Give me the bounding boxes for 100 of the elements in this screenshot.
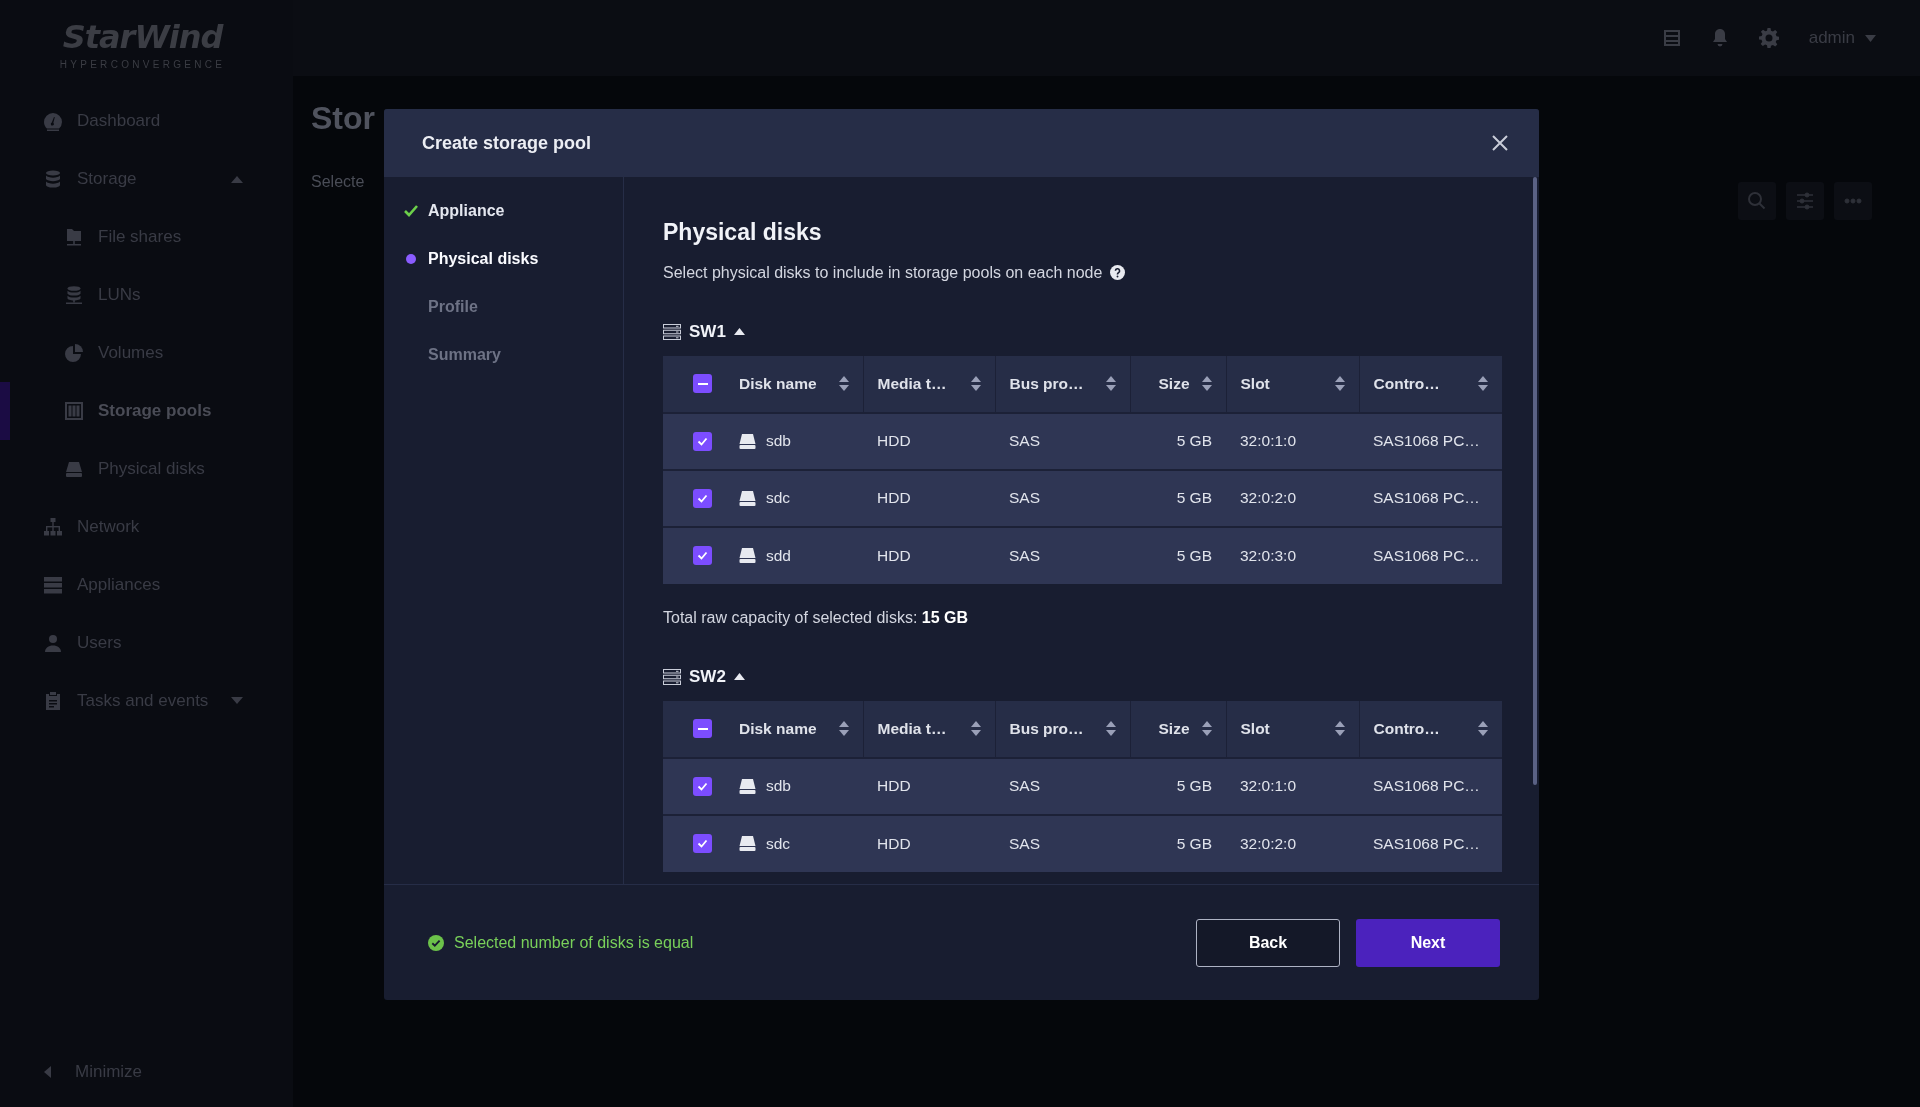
check-icon <box>697 493 708 503</box>
table-cell: SAS1068 PC… <box>1373 777 1480 795</box>
table-cell: SAS <box>1009 777 1040 795</box>
check-icon <box>697 551 708 561</box>
table-cell-text: sdc <box>766 833 791 854</box>
sliders-button[interactable] <box>1786 182 1824 220</box>
table-cell: 32:0:2:0 <box>1240 489 1297 507</box>
table-cell: SAS1068 PC… <box>1373 432 1480 450</box>
table-cell: SAS <box>1009 489 1040 507</box>
table-cell: 32:0:1:0 <box>1240 777 1297 795</box>
table-cell: HDD <box>877 489 911 507</box>
column-header[interactable]: Contro… <box>1359 700 1502 758</box>
table-cell: 5 GB <box>1176 546 1212 564</box>
table-cell: SAS <box>1009 834 1040 852</box>
clipboard-icon <box>43 691 63 711</box>
table-cell: SAS1068 PC… <box>1373 834 1480 852</box>
minus-icon <box>697 727 708 730</box>
table-cell: 5 GB <box>1176 432 1212 450</box>
table-cell-text: sdb <box>766 776 791 797</box>
check-icon <box>697 781 708 791</box>
check-icon <box>697 839 708 849</box>
column-header[interactable]: Contro… <box>1359 355 1502 413</box>
section-heading: Physical disks <box>663 219 823 247</box>
close-icon <box>1491 134 1509 152</box>
check-icon <box>404 205 418 217</box>
pie-chart-icon <box>64 343 84 363</box>
total-capacity-text: Total raw capacity of selected disks: 15 GB <box>663 607 970 628</box>
column-header[interactable]: Slot <box>1226 355 1359 413</box>
table-cell: SAS1068 PC… <box>1373 489 1480 507</box>
wizard-step[interactable]: Physical disks <box>384 235 623 283</box>
column-header[interactable]: Bus pro… <box>995 700 1130 758</box>
sort-icon <box>1334 721 1345 737</box>
back-button[interactable]: Back <box>1196 918 1340 967</box>
checkbox[interactable] <box>693 431 712 451</box>
caret-icon <box>733 328 745 336</box>
table-cell-text: sdb <box>766 431 791 452</box>
description-text: Select physical disks to include in storage pools on each node <box>663 262 1103 283</box>
column-header[interactable]: Size <box>1130 700 1226 758</box>
caret-icon <box>1865 34 1876 42</box>
sort-icon <box>1201 721 1212 737</box>
folder-icon <box>64 227 84 247</box>
column-header[interactable]: Slot <box>1226 700 1359 758</box>
wizard-step[interactable]: Profile <box>384 283 623 331</box>
status-message: Selected number of disks is equal <box>454 932 694 953</box>
sliders-icon <box>1795 191 1815 211</box>
sort-icon <box>1478 376 1488 392</box>
column-header[interactable]: Bus pro… <box>995 355 1130 413</box>
sort-icon <box>1105 721 1116 737</box>
check-icon <box>697 436 708 446</box>
table-cell: 5 GB <box>1176 834 1212 852</box>
column-header[interactable]: Disk name <box>725 355 863 413</box>
modal-title: Create storage pool <box>422 131 592 155</box>
checkbox[interactable] <box>693 374 712 394</box>
database-icon <box>64 285 84 305</box>
minus-icon <box>697 382 708 385</box>
dot-icon <box>406 254 416 264</box>
column-header[interactable]: Disk name <box>725 700 863 758</box>
node-toggle[interactable]: SW2 <box>663 663 1500 690</box>
search-icon <box>1747 191 1767 211</box>
table-cell: 5 GB <box>1176 777 1212 795</box>
columns-icon <box>64 401 84 421</box>
wizard-step[interactable]: Appliance <box>384 187 623 235</box>
caret-icon <box>733 673 745 681</box>
gauge-icon <box>43 111 63 131</box>
check-circle-icon <box>428 934 444 951</box>
table-cell: HDD <box>877 834 911 852</box>
checkbox[interactable] <box>693 546 712 566</box>
network-icon <box>43 517 63 537</box>
column-header[interactable]: Media t… <box>863 700 995 758</box>
sort-icon <box>1201 376 1212 392</box>
table-cell: 32:0:3:0 <box>1240 546 1297 564</box>
checkbox[interactable] <box>693 834 712 854</box>
table-cell: SAS <box>1009 432 1040 450</box>
table-cell-text: sdc <box>766 488 791 509</box>
wizard-step[interactable]: Summary <box>384 331 623 379</box>
next-button[interactable]: Next <box>1356 918 1500 967</box>
server-icon <box>43 575 63 595</box>
node-toggle[interactable]: SW1 <box>663 318 1500 345</box>
help-icon[interactable] <box>1110 265 1126 281</box>
table-cell: SAS <box>1009 546 1040 564</box>
page-subtitle: Selecte <box>311 171 366 192</box>
drive-icon <box>739 836 756 852</box>
table-cell-text: sdd <box>766 545 791 566</box>
caret-icon <box>44 1066 51 1078</box>
table-cell: 5 GB <box>1176 489 1212 507</box>
checkbox[interactable] <box>693 776 712 796</box>
user-icon <box>43 633 63 653</box>
database-icon <box>43 169 63 189</box>
close-button[interactable] <box>1491 134 1509 152</box>
table-cell: HDD <box>877 777 911 795</box>
scrollbar[interactable] <box>1533 177 1537 785</box>
table-cell: 32:0:1:0 <box>1240 432 1297 450</box>
server-icon <box>663 323 681 340</box>
sort-icon <box>838 721 849 737</box>
sort-icon <box>1105 376 1116 392</box>
checkbox[interactable] <box>693 719 712 739</box>
column-header[interactable]: Media t… <box>863 355 995 413</box>
drive-icon <box>739 778 756 794</box>
column-header[interactable]: Size <box>1130 355 1226 413</box>
checkbox[interactable] <box>693 488 712 508</box>
